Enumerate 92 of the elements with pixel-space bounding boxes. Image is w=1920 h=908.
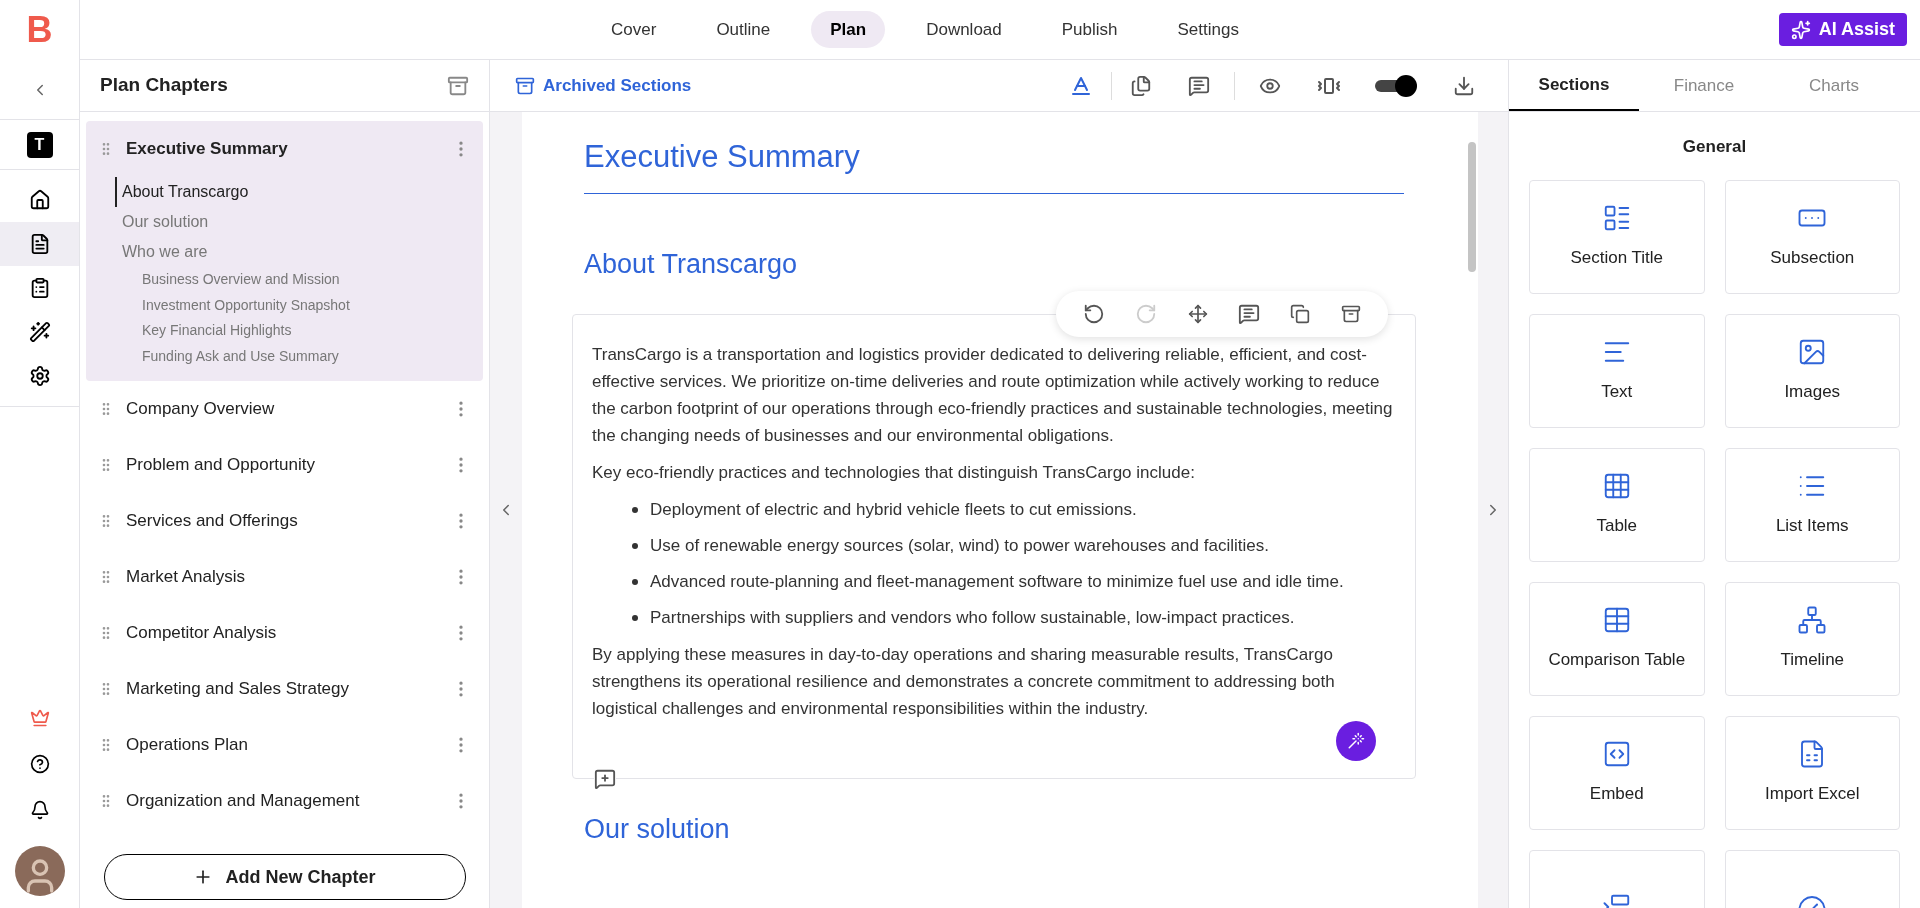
outline-item[interactable]: Our solution <box>115 207 209 237</box>
chapter-item[interactable]: Problem and Opportunity <box>86 437 483 493</box>
nav-tab[interactable]: Cover <box>592 10 676 49</box>
card-label: Text <box>1601 380 1633 403</box>
magic-wand-icon <box>1347 732 1365 750</box>
pages-icon[interactable] <box>1130 74 1152 97</box>
undo-icon[interactable] <box>1083 303 1106 325</box>
sparkle-icon <box>1790 19 1811 40</box>
chapter-title: Market Analysis <box>126 566 247 589</box>
section-type-card[interactable]: Comparison Table <box>1529 581 1705 696</box>
settings-icon <box>28 365 51 387</box>
paragraph: Key eco-friendly practices and technologies that distinguish TransCargo include: <box>592 462 1196 484</box>
crown-icon[interactable] <box>29 708 50 728</box>
chapter-title: Organization and Management <box>126 790 361 813</box>
bullet-item: Deployment of electric and hybrid vehicle fleets to cut emissions. <box>650 499 1137 521</box>
section-type-card[interactable]: Section Title <box>1529 179 1705 294</box>
chapter-item[interactable]: Operations Plan <box>86 717 483 773</box>
nav-tab[interactable]: Plan <box>811 10 886 49</box>
archived-sections-button[interactable]: Archived Sections <box>515 72 692 99</box>
add-comment-icon[interactable] <box>594 768 616 790</box>
nav-tab[interactable]: Outline <box>697 10 790 49</box>
archive-icon <box>515 75 535 96</box>
outline-item[interactable]: Funding Ask and Use Summary <box>135 343 339 369</box>
chapter-title: Competitor Analysis <box>126 622 278 645</box>
panel-title: Plan Chapters <box>100 73 228 98</box>
chapter-title: Executive Summary <box>126 138 289 161</box>
download-icon[interactable] <box>1453 74 1475 97</box>
avatar[interactable] <box>14 846 65 896</box>
magic-wand-icon <box>28 321 51 343</box>
card-label: Timeline <box>1780 648 1845 671</box>
home-icon <box>28 189 51 211</box>
archive-icon[interactable] <box>1340 304 1361 324</box>
paragraph: By applying these measures in day-to-day operations and sharing measurable results, TransCargo strengthens its operational resilience and demonstrates a concrete commitment to addressing both logistical challenges and environmental responsibilities within the industry. <box>592 644 1336 720</box>
section-type-card[interactable]: List Items <box>1724 447 1900 562</box>
chapter-title: Company Overview <box>126 398 276 421</box>
archive-icon[interactable] <box>447 74 469 97</box>
card-label: Table <box>1596 514 1638 537</box>
outline-item[interactable]: Who we are <box>115 237 208 267</box>
chapter-item[interactable]: Executive Summary About Transcargo Our solution Who we are Business Overview and Mission Investment Opportunity Snapshot Key Financial Highlights Funding Ask and Use Summary <box>86 121 483 381</box>
ai-assist-button[interactable]: AI Assist <box>1778 13 1907 46</box>
card-label: Import Excel <box>1765 782 1860 805</box>
card-label: List Items <box>1775 514 1849 537</box>
scrollbar[interactable] <box>1468 142 1476 272</box>
comment-icon[interactable] <box>1188 74 1210 97</box>
chapter-title: Operations Plan <box>126 734 249 757</box>
paragraph: TransCargo is a transportation and logistics provider dedicated to delivering reliable, efficient, and cost-effective services. We prioritize on-time deliveries and route optimization while actively working to reduce the carbon footprint of our operations through eco-friendly practices and sustainable technologies, meeting the changing needs of businesses and our environmental obligations. <box>592 344 1394 447</box>
card-label: Subsection <box>1770 246 1855 269</box>
card-label: Comparison Table <box>1548 648 1686 671</box>
panel-tab[interactable]: Sections <box>1509 60 1639 111</box>
section-heading: About Transcargo <box>584 247 799 281</box>
rail-item[interactable] <box>0 222 79 266</box>
section-type-card[interactable]: Subsection <box>1724 179 1900 294</box>
chapter-item[interactable]: Competitor Analysis <box>86 605 483 661</box>
copy-icon[interactable] <box>1290 304 1311 324</box>
card-label: Section Title <box>1570 246 1664 269</box>
outline-item[interactable]: Business Overview and Mission <box>135 267 340 293</box>
chapter-title: Marketing and Sales Strategy <box>126 678 350 701</box>
card-label: Images <box>1784 380 1841 403</box>
workspace-badge[interactable]: T <box>26 131 53 158</box>
outline-item[interactable]: Key Financial Highlights <box>135 318 292 344</box>
chapter-item[interactable]: Company Overview <box>86 381 483 437</box>
bullet-item: Partnerships with suppliers and vendors who follow sustainable, low-impact practices. <box>650 607 1295 629</box>
section-type-card[interactable]: Text <box>1529 313 1705 428</box>
nav-tab[interactable]: Download <box>907 10 1021 49</box>
bell-icon[interactable] <box>29 800 50 820</box>
document-title: Executive Summary <box>584 134 1404 194</box>
bullet-item: Use of renewable energy sources (solar, wind) to power warehouses and facilities. <box>650 535 1269 557</box>
chapter-item[interactable]: Marketing and Sales Strategy <box>86 661 483 717</box>
group-heading: General <box>1681 136 1748 158</box>
magic-button[interactable] <box>1336 721 1376 761</box>
nav-tab[interactable]: Settings <box>1158 10 1258 49</box>
section-type-card[interactable]: Timeline <box>1724 581 1900 696</box>
nav-tab[interactable]: Publish <box>1042 10 1137 49</box>
card-label: Embed <box>1589 782 1644 805</box>
panel-tab[interactable]: Charts <box>1769 60 1899 111</box>
section-type-card[interactable]: Images <box>1724 313 1900 428</box>
chapter-item[interactable]: Services and Offerings <box>86 493 483 549</box>
section-type-card[interactable]: Import Excel <box>1724 715 1900 830</box>
tree-icon <box>1797 604 1828 635</box>
chapter-item[interactable]: Market Analysis <box>86 549 483 605</box>
chapter-title: Problem and Opportunity <box>126 454 316 477</box>
bullet-item: Advanced route-planning and fleet-management software to minimize fuel use and idle time. <box>650 571 1344 593</box>
panel-tab[interactable]: Finance <box>1639 60 1769 111</box>
move-icon[interactable] <box>1187 304 1208 324</box>
section-heading: Our solution <box>584 813 731 846</box>
chapter-title: Services and Offerings <box>126 510 299 533</box>
outline-item[interactable]: About Transcargo <box>115 177 249 207</box>
section-type-card[interactable]: Embed <box>1529 715 1705 830</box>
outline-item[interactable]: Investment Opportunity Snapshot <box>135 292 350 318</box>
chapter-item[interactable]: Organization and Management <box>86 773 483 829</box>
help-icon[interactable] <box>29 754 50 774</box>
section-type-card[interactable]: Table <box>1529 447 1705 562</box>
